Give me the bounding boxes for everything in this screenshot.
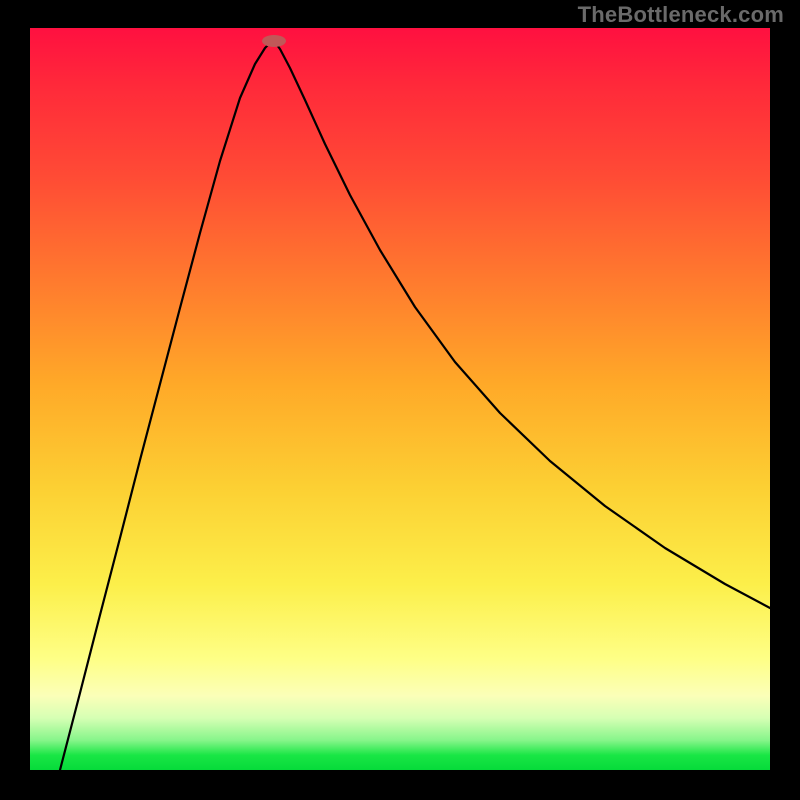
watermark-text: TheBottleneck.com <box>578 2 784 28</box>
curve-right-branch <box>274 41 770 608</box>
dip-marker <box>262 35 286 47</box>
curve-layer <box>30 28 770 770</box>
figure-root: TheBottleneck.com <box>0 0 800 800</box>
curve-left-branch <box>60 41 274 770</box>
plot-area <box>30 28 770 770</box>
